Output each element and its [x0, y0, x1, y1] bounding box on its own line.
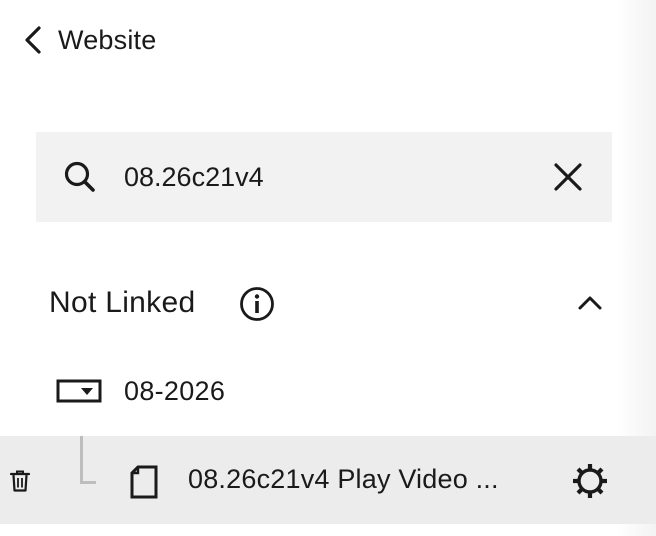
chevron-left-icon [22, 22, 46, 58]
folder-item[interactable]: 08-2026 [56, 370, 556, 414]
search-bar [36, 132, 612, 222]
trash-icon[interactable] [9, 469, 31, 493]
search-input[interactable] [124, 154, 524, 200]
section-header-not-linked[interactable]: Not Linked [49, 280, 609, 328]
back-link[interactable]: Website [22, 22, 156, 58]
file-label: 08.26c21v4 Play Video ... [188, 464, 499, 494]
search-icon [62, 159, 98, 195]
chevron-up-icon[interactable] [577, 292, 603, 314]
back-link-label: Website [58, 24, 157, 55]
file-icon [128, 464, 160, 500]
info-icon[interactable] [239, 286, 275, 322]
close-icon[interactable] [551, 160, 585, 194]
section-title: Not Linked [49, 286, 196, 319]
folder-dropdown-icon [56, 378, 104, 406]
folder-label: 08-2026 [124, 376, 226, 406]
gear-icon[interactable] [571, 462, 609, 500]
file-item[interactable]: 08.26c21v4 Play Video ... [0, 436, 656, 524]
tree-connector [80, 436, 96, 484]
